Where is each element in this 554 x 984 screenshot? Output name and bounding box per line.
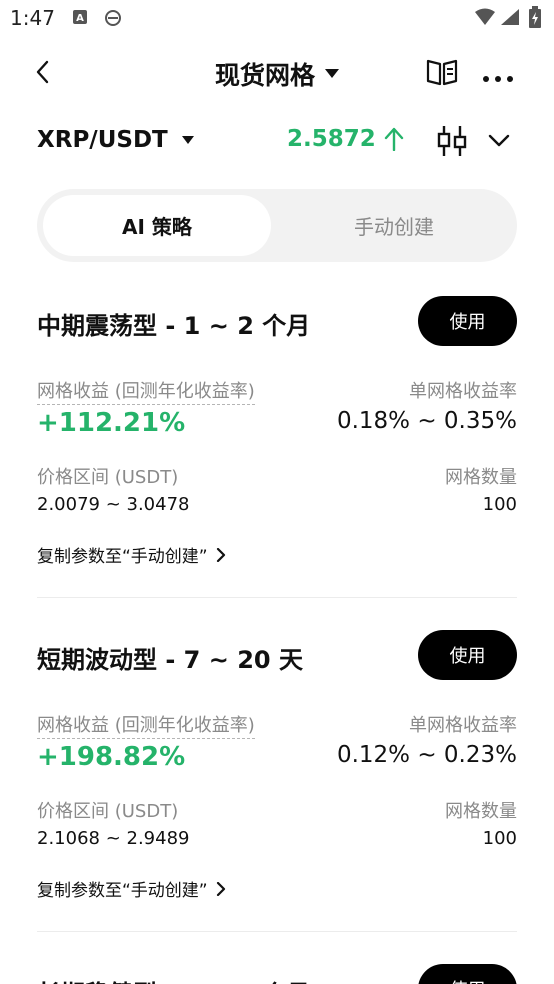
strategy-title: 短期波动型 - 7 ~ 20 天 (37, 646, 303, 674)
per-grid-return-value: 0.18% ~ 0.35% (336, 408, 517, 434)
card-divider (37, 597, 517, 598)
grid-count-label: 网格数量 (445, 467, 517, 488)
use-button[interactable]: 使用 (418, 630, 517, 680)
price-range-label: 价格区间 (USDT) (37, 801, 179, 822)
strategy-title: 长期稳健型 - 3 ~ 6 个月 (37, 974, 310, 984)
arrow-up-icon (384, 127, 403, 151)
chevron-down-icon[interactable] (488, 133, 510, 152)
copy-params-label: 复制参数至“手动创建” (37, 881, 208, 901)
battery-icon (528, 6, 542, 32)
app-notification-icon: A (72, 9, 88, 29)
annualized-return-value: +198.82% (37, 742, 186, 772)
per-grid-return-label: 单网格收益率 (409, 381, 517, 402)
grid-count-value: 100 (482, 828, 517, 849)
browser-notification-icon (104, 9, 122, 31)
grid-count-label: 网格数量 (445, 801, 517, 822)
top-nav: 现货网格 (0, 48, 554, 96)
pair-selector[interactable]: XRP/USDT (37, 127, 194, 153)
tab-ai-strategy[interactable]: AI 策略 (43, 195, 271, 256)
guide-book-icon[interactable] (426, 58, 458, 90)
strategy-card: 长期稳健型 - 3 ~ 6 个月 使用 (37, 964, 517, 984)
copy-params-label: 复制参数至“手动创建” (37, 547, 208, 567)
caret-down-icon (181, 136, 194, 144)
strategy-title: 中期震荡型 - 1 ~ 2 个月 (37, 312, 311, 340)
tab-manual-create[interactable]: 手动创建 (277, 195, 511, 256)
strategy-card: 中期震荡型 - 1 ~ 2 个月 使用 网格收益 (回测年化收益率) 单网格收益… (37, 296, 517, 567)
status-bar: 1:47 A (0, 0, 554, 36)
page-title: 现货网格 (214, 61, 315, 90)
annualized-return-value: +112.21% (37, 408, 186, 438)
copy-params-link[interactable]: 复制参数至“手动创建” (37, 876, 226, 901)
copy-params-link[interactable]: 复制参数至“手动创建” (37, 542, 226, 567)
use-button[interactable]: 使用 (418, 964, 517, 984)
candlestick-chart-icon[interactable] (436, 126, 468, 160)
wifi-icon (474, 8, 496, 30)
strategy-tabs: AI 策略 手动创建 (37, 189, 517, 262)
caret-down-icon (325, 69, 339, 78)
return-label[interactable]: 网格收益 (回测年化收益率) (37, 711, 255, 739)
per-grid-return-value: 0.12% ~ 0.23% (336, 742, 517, 768)
last-price: 2.5872 (287, 126, 376, 152)
strategy-card: 短期波动型 - 7 ~ 20 天 使用 网格收益 (回测年化收益率) 单网格收益… (37, 630, 517, 901)
svg-text:A: A (76, 13, 84, 24)
pair-row: XRP/USDT 2.5872 (0, 118, 554, 164)
pair-name: XRP/USDT (37, 127, 168, 153)
more-options-icon[interactable] (482, 68, 514, 87)
per-grid-return-label: 单网格收益率 (409, 715, 517, 736)
price-range-value: 2.0079 ~ 3.0478 (37, 494, 190, 515)
chevron-right-icon (216, 547, 225, 562)
card-divider (37, 931, 517, 932)
signal-icon (500, 8, 520, 30)
price-range-label: 价格区间 (USDT) (37, 467, 179, 488)
status-time: 1:47 (10, 6, 55, 30)
return-label[interactable]: 网格收益 (回测年化收益率) (37, 377, 255, 405)
price-display: 2.5872 (287, 126, 404, 152)
price-range-value: 2.1068 ~ 2.9489 (37, 828, 190, 849)
strategy-type-selector[interactable]: 现货网格 (215, 56, 339, 92)
chevron-right-icon (216, 881, 225, 896)
page-title-wrap: 现货网格 (0, 56, 554, 92)
use-button[interactable]: 使用 (418, 296, 517, 346)
grid-count-value: 100 (482, 494, 517, 515)
